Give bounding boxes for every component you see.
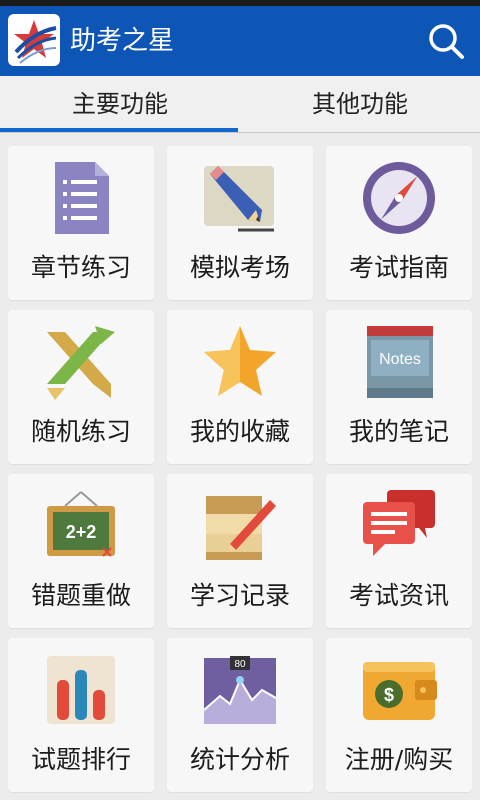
shuffle-icon [47, 326, 115, 400]
tile-label: 试题排行 [30, 745, 131, 774]
tile-label: 注册/购买 [344, 745, 454, 774]
line-chart-icon: 80 [203, 656, 277, 724]
feature-grid: 章节练习 模拟考场 考试指南 随机练习 我的收藏 Notes 我的笔记 2+2 … [8, 146, 472, 800]
bar-chart-icon [47, 656, 115, 724]
register-purchase-button[interactable]: $ 注册/购买 [326, 638, 472, 792]
tab-main-features[interactable]: 主要功能 [0, 76, 240, 132]
tab-other-features[interactable]: 其他功能 [240, 76, 480, 132]
app-header: 助考之星 [0, 6, 480, 76]
mock-exam-button[interactable]: 模拟考场 [167, 146, 313, 300]
my-notes-button[interactable]: Notes 我的笔记 [326, 310, 472, 464]
star-logo-icon [8, 14, 60, 66]
tile-label: 随机练习 [30, 417, 131, 446]
tile-label: 考试资讯 [348, 581, 449, 610]
tile-label: 我的笔记 [348, 417, 449, 446]
document-list-icon [55, 162, 109, 234]
redo-mistakes-button[interactable]: 2+2 错题重做 [8, 474, 154, 628]
question-ranking-button[interactable]: 试题排行 [8, 638, 154, 792]
chalkboard-icon: 2+2 [47, 491, 115, 557]
tab-divider [0, 132, 480, 133]
chapter-practice-button[interactable]: 章节练习 [8, 146, 154, 300]
tile-label: 章节练习 [30, 253, 131, 282]
compass-icon [363, 162, 435, 234]
notes-label: Notes [379, 351, 421, 368]
pencil-icon [204, 166, 274, 232]
equation-text: 2+2 [66, 522, 97, 542]
star-icon [204, 326, 276, 396]
tile-label: 模拟考场 [189, 253, 290, 282]
wallet-icon: $ [363, 662, 437, 720]
notes-book-icon: Notes [367, 326, 433, 398]
peak-value-label: 80 [234, 659, 246, 670]
dollar-sign: $ [384, 685, 394, 705]
random-practice-button[interactable]: 随机练习 [8, 310, 154, 464]
exam-guide-button[interactable]: 考试指南 [326, 146, 472, 300]
app-title: 助考之星 [70, 26, 175, 56]
tab-bar: 主要功能 其他功能 [0, 76, 480, 133]
search-icon [429, 24, 464, 59]
tile-label: 我的收藏 [189, 417, 290, 446]
tile-label: 考试指南 [348, 253, 449, 282]
tile-label: 统计分析 [189, 745, 290, 774]
tile-label: 错题重做 [30, 581, 131, 610]
my-favorites-button[interactable]: 我的收藏 [167, 310, 313, 464]
search-button[interactable] [426, 21, 466, 61]
paper-pencil-icon [206, 496, 276, 560]
statistics-analysis-button[interactable]: 80 统计分析 [167, 638, 313, 792]
chat-bubbles-icon [363, 490, 435, 556]
exam-news-button[interactable]: 考试资讯 [326, 474, 472, 628]
tile-label: 学习记录 [189, 581, 290, 610]
study-records-button[interactable]: 学习记录 [167, 474, 313, 628]
